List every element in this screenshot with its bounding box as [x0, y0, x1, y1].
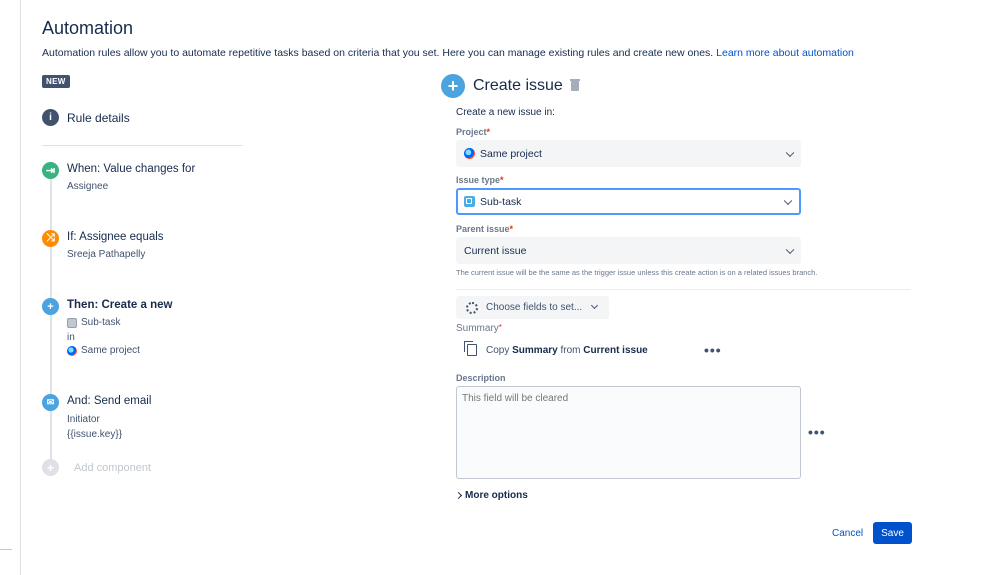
- chevron-down-icon: [785, 245, 795, 254]
- rule-details-item[interactable]: i Rule details: [42, 109, 130, 126]
- project-label: Project*: [456, 127, 490, 137]
- learn-more-link[interactable]: Learn more about automation: [716, 47, 854, 59]
- chevron-down-icon: [783, 196, 793, 205]
- step-detail: {{issue.key}}: [67, 429, 123, 440]
- plus-icon: +: [441, 74, 465, 98]
- step-detail-text: Same project: [81, 345, 140, 356]
- rule-details-label: Rule details: [67, 110, 130, 125]
- parent-issue-label: Parent issue*: [456, 224, 513, 234]
- description-text: Automation rules allow you to automate r…: [42, 47, 714, 59]
- page-title: Automation: [42, 18, 134, 38]
- issue-type-label-text: Issue type: [456, 175, 501, 185]
- project-select[interactable]: Same project: [456, 140, 801, 167]
- project-icon: [464, 148, 475, 159]
- step-detail: in: [67, 332, 75, 343]
- step-title: Then: Create a new: [67, 299, 173, 311]
- description-label: Description: [456, 373, 506, 383]
- parent-issue-select[interactable]: Current issue: [456, 237, 801, 264]
- description-more-icon[interactable]: •••: [808, 425, 826, 439]
- subtask-icon: [464, 196, 475, 207]
- parent-issue-help: The current issue will be the same as th…: [456, 268, 818, 277]
- create-in-text: Create a new issue in:: [456, 107, 555, 118]
- step-title: And: Send email: [67, 395, 152, 407]
- description-field[interactable]: [456, 386, 801, 479]
- create-issue-header: + Create issue: [441, 74, 580, 98]
- plus-icon: +: [42, 298, 59, 315]
- copy-prefix: Copy: [486, 344, 510, 356]
- choose-fields-button[interactable]: Choose fields to set...: [456, 296, 609, 319]
- trigger-icon: ⇥: [42, 162, 59, 179]
- project-icon: [67, 345, 77, 356]
- choose-fields-label: Choose fields to set...: [486, 302, 583, 313]
- divider: [42, 145, 243, 146]
- parent-issue-value: Current issue: [464, 244, 527, 257]
- gear-icon: [466, 301, 478, 314]
- copy-icon: [464, 341, 477, 356]
- issue-type-select[interactable]: Sub-task: [456, 188, 801, 215]
- summary-more-icon[interactable]: •••: [704, 343, 722, 357]
- new-badge: NEW: [42, 75, 70, 88]
- issue-type-value: Sub-task: [480, 195, 522, 208]
- timeline-line: [50, 170, 52, 470]
- issue-type-label: Issue type*: [456, 175, 504, 185]
- copy-from: from: [560, 344, 581, 356]
- step-title: If: Assignee equals: [67, 231, 164, 243]
- project-value: Same project: [480, 147, 542, 160]
- summary-label-text: Summary: [456, 323, 499, 334]
- sidebar-tick: [0, 549, 12, 550]
- copy-source: Current issue: [583, 344, 648, 356]
- step-detail-issuetype: Sub-task: [67, 317, 120, 328]
- page-description: Automation rules allow you to automate r…: [42, 47, 854, 59]
- chevron-right-icon: [454, 491, 463, 500]
- shuffle-icon: ⤨: [42, 230, 59, 247]
- more-options-label: More options: [465, 490, 528, 501]
- subtask-icon: [67, 317, 77, 328]
- add-component-label: Add component: [74, 461, 152, 474]
- divider: [456, 289, 911, 290]
- step-title: When: Value changes for: [67, 163, 196, 175]
- panel-title: Create issue: [473, 77, 563, 94]
- copy-field: Summary: [512, 344, 558, 356]
- mail-icon: ✉: [42, 394, 59, 411]
- save-button[interactable]: Save: [873, 522, 912, 544]
- step-detail: Sreeja Pathapelly: [67, 249, 146, 260]
- project-label-text: Project: [456, 127, 487, 137]
- required-marker: *: [486, 127, 491, 137]
- required-marker: *: [498, 323, 502, 332]
- step-detail-project: Same project: [67, 345, 140, 356]
- cancel-button[interactable]: Cancel: [825, 522, 870, 544]
- summary-copy-row[interactable]: Copy Summary from Current issue: [464, 341, 648, 356]
- parent-issue-label-text: Parent issue: [456, 224, 510, 234]
- add-icon: +: [42, 459, 59, 476]
- left-sidebar-border: [20, 0, 21, 575]
- step-detail-text: Sub-task: [81, 317, 121, 328]
- chevron-down-icon: [591, 301, 599, 310]
- chevron-down-icon: [785, 148, 795, 157]
- info-icon: i: [42, 109, 59, 126]
- more-options-toggle[interactable]: More options: [454, 490, 528, 501]
- step-detail: Assignee: [67, 181, 109, 192]
- required-marker: *: [500, 175, 504, 185]
- trash-icon[interactable]: [569, 79, 580, 91]
- step-detail: Initiator: [67, 414, 100, 425]
- summary-label: Summary*: [456, 323, 502, 334]
- required-marker: *: [509, 224, 514, 234]
- add-component-button[interactable]: + Add component: [42, 459, 151, 476]
